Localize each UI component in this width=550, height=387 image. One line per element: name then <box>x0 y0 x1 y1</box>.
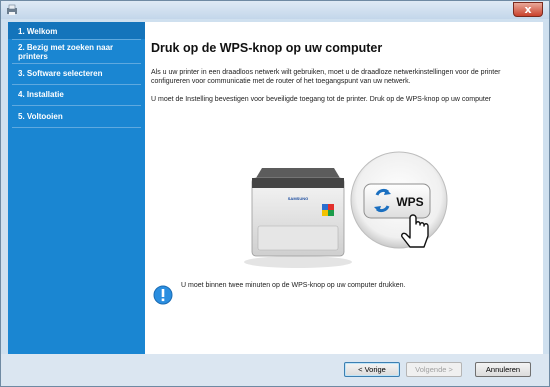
step-divider <box>12 63 141 64</box>
close-button[interactable]: x <box>513 2 543 17</box>
step-installatie: 4. Installatie <box>18 90 64 99</box>
step-divider <box>12 39 141 40</box>
step-voltooien: 5. Voltooien <box>18 112 63 121</box>
installer-app-icon <box>7 4 17 15</box>
title-bar: x <box>1 1 549 19</box>
cancel-button[interactable]: Annuleren <box>475 362 531 377</box>
step-software: 3. Software selecteren <box>18 69 103 78</box>
printer-brand-label: SAMSUNG <box>288 196 308 201</box>
button-bar <box>1 354 549 386</box>
wizard-steps-sidebar: 1. Welkom 2. Bezig met zoeken naar print… <box>8 22 145 354</box>
step-welkom: 1. Welkom <box>8 22 145 39</box>
installer-window: x 1. Welkom 2. Bezig met zoeken naar pri… <box>0 0 550 387</box>
page-title: Druk op de WPS-knop op uw computer <box>151 41 383 55</box>
instruction-paragraph: U moet de Instelling bevestigen voor bev… <box>151 96 492 103</box>
previous-button[interactable]: < Vorige <box>344 362 400 377</box>
step-divider <box>12 84 141 85</box>
printer-top <box>256 168 340 178</box>
printer-wps-illustration: SAMSUNG WPS <box>244 151 448 268</box>
intro-paragraph: Als u uw printer in een draadloos netwer… <box>151 69 501 85</box>
step-divider <box>12 105 141 106</box>
step-divider <box>12 127 141 128</box>
timeout-note: U moet binnen twee minuten op de WPS-kno… <box>181 282 406 289</box>
step-zoeken: 2. Bezig met zoeken naar printers <box>18 43 114 61</box>
wps-button-label: WPS <box>396 195 423 209</box>
content-panel: Druk op de WPS-knop op uw computer Als u… <box>145 22 543 354</box>
next-button[interactable]: Volgende > <box>406 362 462 377</box>
info-icon <box>153 285 173 305</box>
